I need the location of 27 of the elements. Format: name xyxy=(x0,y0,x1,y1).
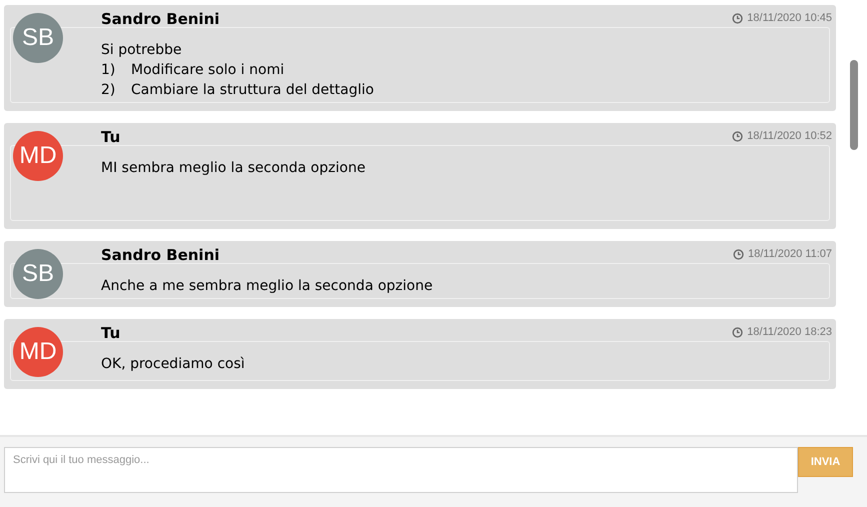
message-text: Anche a me sembra meglio la seconda opzione xyxy=(101,277,433,296)
message-text: MI sembra meglio la seconda opzione xyxy=(101,159,366,178)
message-input[interactable]: Scrivi qui il tuo messaggio... xyxy=(4,447,798,493)
message-text: Modificare solo i nomi xyxy=(131,61,284,80)
author-name: Sandro Benini xyxy=(101,9,220,30)
timestamp: 18/11/2020 11:07 xyxy=(748,247,832,262)
avatar: MD xyxy=(13,131,63,181)
avatar: SB xyxy=(13,13,63,63)
avatar: MD xyxy=(13,327,63,377)
clock-icon xyxy=(732,12,744,24)
timestamp: 18/11/2020 18:23 xyxy=(747,325,832,340)
message-text: Cambiare la struttura del dettaglio xyxy=(131,81,374,100)
timestamp: 18/11/2020 10:45 xyxy=(747,11,832,26)
author-name: Tu xyxy=(101,127,120,148)
message-text: OK, procediamo così xyxy=(101,355,245,374)
message-text: Si potrebbe xyxy=(101,41,182,60)
send-button[interactable]: INVIA xyxy=(798,447,853,477)
author-name: Sandro Benini xyxy=(101,245,220,266)
timestamp: 18/11/2020 10:52 xyxy=(747,129,832,144)
clock-icon xyxy=(732,326,744,338)
scrollbar-thumb[interactable] xyxy=(850,60,858,150)
list-marker: 1) xyxy=(101,61,116,80)
author-name: Tu xyxy=(101,323,120,344)
list-marker: 2) xyxy=(101,81,116,100)
avatar: SB xyxy=(13,249,63,299)
clock-icon xyxy=(732,130,744,142)
clock-icon xyxy=(732,248,744,260)
